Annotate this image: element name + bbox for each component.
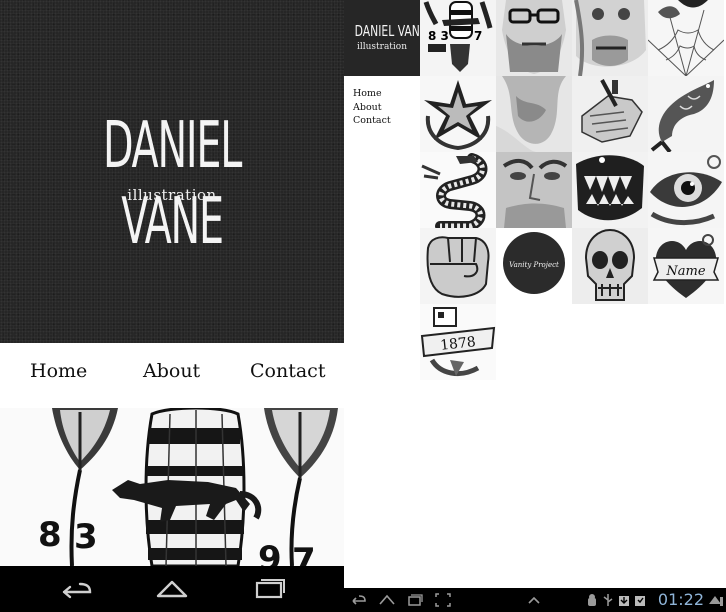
download-icon: [619, 596, 629, 606]
site-title: DANIEL VANE: [102, 109, 242, 259]
svg-text:8 3: 8 3: [428, 29, 449, 43]
chevron-up-icon[interactable]: [526, 592, 542, 608]
brand-title: DANIEL VANE: [354, 22, 427, 40]
sd-card-icon: [635, 596, 645, 606]
usb-icon: [603, 594, 613, 606]
tile-1878-banner[interactable]: 1878: [420, 304, 496, 380]
android-system-bar: 01:22: [344, 588, 726, 612]
phone-screenshot: DANIEL VANE illustration Home About Cont…: [0, 0, 344, 612]
nav-home-link[interactable]: Home: [30, 360, 87, 382]
tile-old-man[interactable]: [572, 0, 648, 76]
sidebar-home-link[interactable]: Home: [353, 87, 415, 101]
main-nav: Home About Contact: [0, 360, 344, 384]
tile-monster-mouth[interactable]: [572, 152, 648, 228]
tile-man-with-glasses[interactable]: [496, 0, 572, 76]
tile-koi-fish[interactable]: [648, 76, 724, 152]
android-navigation-bar: [0, 566, 344, 612]
vanity-project-label: Vanity Project: [509, 261, 559, 269]
clock: 01:22: [657, 590, 704, 609]
back-icon[interactable]: [350, 592, 368, 608]
tile-skull[interactable]: [572, 228, 648, 304]
tile-fist[interactable]: [420, 228, 496, 304]
number-9: 9: [258, 539, 282, 566]
sidebar-nav: Home About Contact: [353, 87, 415, 128]
barrel-wolf-illustration: 8 3 9 7: [0, 406, 344, 581]
tile-eye[interactable]: [648, 152, 724, 228]
brand-subtitle: illustration: [356, 42, 408, 52]
number-7: 7: [292, 541, 316, 566]
hero-banner: DANIEL VANE illustration: [0, 0, 344, 343]
tile-spider-web[interactable]: [648, 0, 724, 76]
recent-apps-icon[interactable]: [406, 592, 424, 608]
tile-snake[interactable]: [420, 152, 496, 228]
tile-hands-cigarette[interactable]: [572, 76, 648, 152]
sidebar-about-link[interactable]: About: [353, 101, 415, 115]
tablet-screenshot: DANIEL VANE illustration Home About Cont…: [344, 0, 726, 612]
tile-face-closeup[interactable]: [496, 152, 572, 228]
home-icon[interactable]: [152, 574, 192, 604]
tile-name-heart[interactable]: Name: [648, 228, 724, 304]
heart-banner-text: Name: [665, 264, 705, 279]
sidebar-contact-link[interactable]: Contact: [353, 114, 415, 128]
site-subtitle: illustration: [127, 186, 217, 204]
tile-compass-star[interactable]: [420, 76, 496, 152]
tile-barrel-wolf[interactable]: 8 3 7: [420, 0, 496, 76]
nav-about-link[interactable]: About: [143, 360, 200, 382]
screenshot-icon[interactable]: [434, 592, 452, 608]
number-3: 3: [74, 517, 98, 557]
number-8: 8: [38, 515, 62, 555]
tile-smoke-beard[interactable]: [496, 76, 572, 152]
portfolio-grid: 8 3 7 Vanity Project Name 1878: [420, 0, 726, 380]
recent-apps-icon[interactable]: [248, 574, 288, 604]
back-icon[interactable]: [56, 574, 96, 604]
tile-vanity-project[interactable]: Vanity Project: [496, 228, 572, 304]
brand-block[interactable]: DANIEL VANE illustration: [344, 0, 427, 76]
wifi-battery-icon: [709, 596, 723, 606]
home-icon[interactable]: [378, 592, 396, 608]
featured-artwork[interactable]: 8 3 9 7: [0, 406, 344, 581]
nav-contact-link[interactable]: Contact: [250, 360, 325, 382]
svg-text:7: 7: [474, 29, 482, 43]
android-debug-icon: [588, 594, 596, 606]
